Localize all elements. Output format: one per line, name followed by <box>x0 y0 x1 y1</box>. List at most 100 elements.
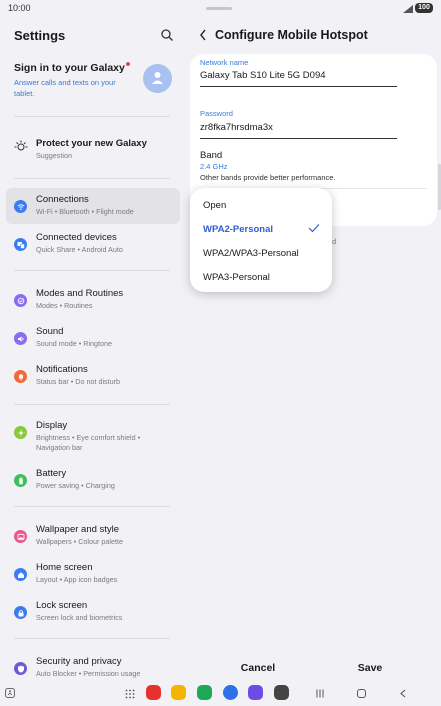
suggestion-title[interactable]: Protect your new Galaxy <box>36 138 147 149</box>
item-title: Connected devices <box>36 232 117 243</box>
divider <box>14 404 170 405</box>
item-subtitle: Modes • Routines <box>36 301 93 310</box>
item-subtitle: Screen lock and biometrics <box>36 613 123 622</box>
network-name-underline <box>200 86 397 87</box>
item-title: Connections <box>36 194 89 205</box>
hotspot-config-panel: Configure Mobile Hotspot Network name Ga… <box>190 18 441 686</box>
search-icon[interactable] <box>160 28 174 42</box>
status-time: 10:00 <box>8 3 31 13</box>
battery-icon: 100 <box>415 3 433 13</box>
status-bar: 10:00 100 <box>0 0 441 18</box>
check-icon <box>308 224 320 233</box>
divider <box>14 638 170 639</box>
devices-icon <box>14 238 27 251</box>
account-subtitle: Answer calls and texts on your tablet. <box>14 78 116 98</box>
internet-app-icon[interactable] <box>248 685 263 700</box>
option-wpa3-personal[interactable]: WPA3-Personal <box>203 272 270 283</box>
save-button[interactable]: Save <box>345 662 395 678</box>
avatar[interactable] <box>143 64 172 93</box>
item-title: Notifications <box>36 364 88 375</box>
item-title: Sound <box>36 326 64 337</box>
option-open[interactable]: Open <box>203 200 226 211</box>
folder-app-icon[interactable] <box>171 685 186 700</box>
sidebar-item-sound[interactable]: Sound Sound mode • Ringtone <box>6 320 180 356</box>
page-title: Settings <box>14 28 66 43</box>
band-value: 2.4 GHz <box>200 162 228 171</box>
divider <box>14 270 170 271</box>
password-underline <box>200 138 397 139</box>
item-subtitle: Power saving • Charging <box>36 481 115 490</box>
galaxy-account-signin[interactable]: Sign in to your Galaxy Answer calls and … <box>0 56 188 112</box>
item-title: Display <box>36 420 68 431</box>
home-button-icon[interactable] <box>357 689 366 698</box>
sidebar-item-connections[interactable]: Connections Wi-Fi • Bluetooth • Flight m… <box>6 188 180 224</box>
band-note: Other bands provide better performance. <box>200 173 336 182</box>
sidebar-item-wallpaper[interactable]: Wallpaper and style Wallpapers • Colour … <box>6 518 180 554</box>
sidebar-item-security-privacy[interactable]: Security and privacy Auto Blocker • Perm… <box>6 650 180 686</box>
item-subtitle: Auto Blocker • Permission usage <box>36 669 141 678</box>
battery-icon <box>14 474 27 487</box>
navigation-bar <box>0 685 441 706</box>
item-title: Home screen <box>36 562 93 573</box>
sidebar-item-modes-routines[interactable]: Modes and Routines Modes • Routines <box>6 282 180 318</box>
settings-panel: Settings Sign in to your Galaxy Answer c… <box>0 18 188 686</box>
person-icon <box>152 72 163 84</box>
item-subtitle: Status bar • Do not disturb <box>36 377 121 386</box>
hidden-text-fragment: d <box>332 237 337 246</box>
lightbulb-icon <box>14 140 28 151</box>
sidebar-item-display[interactable]: Display Brightness • Eye comfort shield … <box>6 414 180 460</box>
notification-dot <box>125 62 130 66</box>
red-app-icon[interactable] <box>146 685 161 700</box>
wifi-icon <box>14 200 27 213</box>
phone-app-icon[interactable] <box>197 685 212 700</box>
cancel-button[interactable]: Cancel <box>228 662 288 678</box>
sidebar-item-home-screen[interactable]: Home screen Layout • App icon badges <box>6 556 180 592</box>
back-arrow-icon[interactable] <box>198 28 208 42</box>
sidebar-item-lock-screen[interactable]: Lock screen Screen lock and biometrics <box>6 594 180 630</box>
security-icon <box>14 662 27 675</box>
option-wpa2-personal[interactable]: WPA2-Personal <box>203 224 273 235</box>
sidebar-item-battery[interactable]: Battery Power saving • Charging <box>6 462 180 498</box>
divider <box>14 506 170 507</box>
sidebar-item-notifications[interactable]: Notifications Status bar • Do not distur… <box>6 358 180 394</box>
signal-icon <box>403 5 413 13</box>
messages-app-icon[interactable] <box>223 685 238 700</box>
top-drag-handle[interactable] <box>206 7 232 10</box>
password-input[interactable]: zr8fka7hrsdma3x <box>200 122 273 133</box>
modes-icon <box>14 294 27 307</box>
page-title: Configure Mobile Hotspot <box>215 28 368 42</box>
item-subtitle: Brightness • Eye comfort shield • <box>36 433 141 442</box>
item-subtitle: Layout • App icon badges <box>36 575 118 584</box>
item-title: Lock screen <box>36 600 88 611</box>
item-subtitle: Wallpapers • Colour palette <box>36 537 123 546</box>
account-title: Sign in to your Galaxy <box>14 62 125 74</box>
item-title: Battery <box>36 468 67 479</box>
accessibility-icon[interactable] <box>5 688 15 698</box>
item-subtitle: Wi-Fi • Bluetooth • Flight mode <box>36 207 134 216</box>
divider <box>14 178 170 179</box>
apps-grid-icon[interactable] <box>125 689 135 699</box>
sidebar-item-connected-devices[interactable]: Connected devices Quick Share • Android … <box>6 226 180 262</box>
security-dropdown: Open WPA2-Personal WPA2/WPA3-Personal WP… <box>190 188 332 292</box>
suggestion-subtitle: Suggestion <box>36 151 72 160</box>
back-icon[interactable] <box>399 689 407 698</box>
option-wpa2-wpa3-personal[interactable]: WPA2/WPA3-Personal <box>203 248 299 259</box>
divider <box>14 116 170 117</box>
password-label: Password <box>200 109 233 118</box>
wallpaper-icon <box>14 530 27 543</box>
home-icon <box>14 568 27 581</box>
item-title: Modes and Routines <box>36 288 124 299</box>
network-name-label: Network name <box>200 58 249 67</box>
item-title: Security and privacy <box>36 656 122 667</box>
network-name-input[interactable]: Galaxy Tab S10 Lite 5G D094 <box>200 70 326 81</box>
item-title: Wallpaper and style <box>36 524 120 535</box>
lock-icon <box>14 606 27 619</box>
sound-icon <box>14 332 27 345</box>
display-icon <box>14 426 27 439</box>
item-subtitle-line2: Navigation bar <box>36 443 83 452</box>
band-label[interactable]: Band <box>200 150 222 161</box>
recent-apps-icon[interactable] <box>316 689 324 698</box>
item-subtitle: Sound mode • Ringtone <box>36 339 113 348</box>
camera-app-icon[interactable] <box>274 685 289 700</box>
notification-icon <box>14 370 27 383</box>
